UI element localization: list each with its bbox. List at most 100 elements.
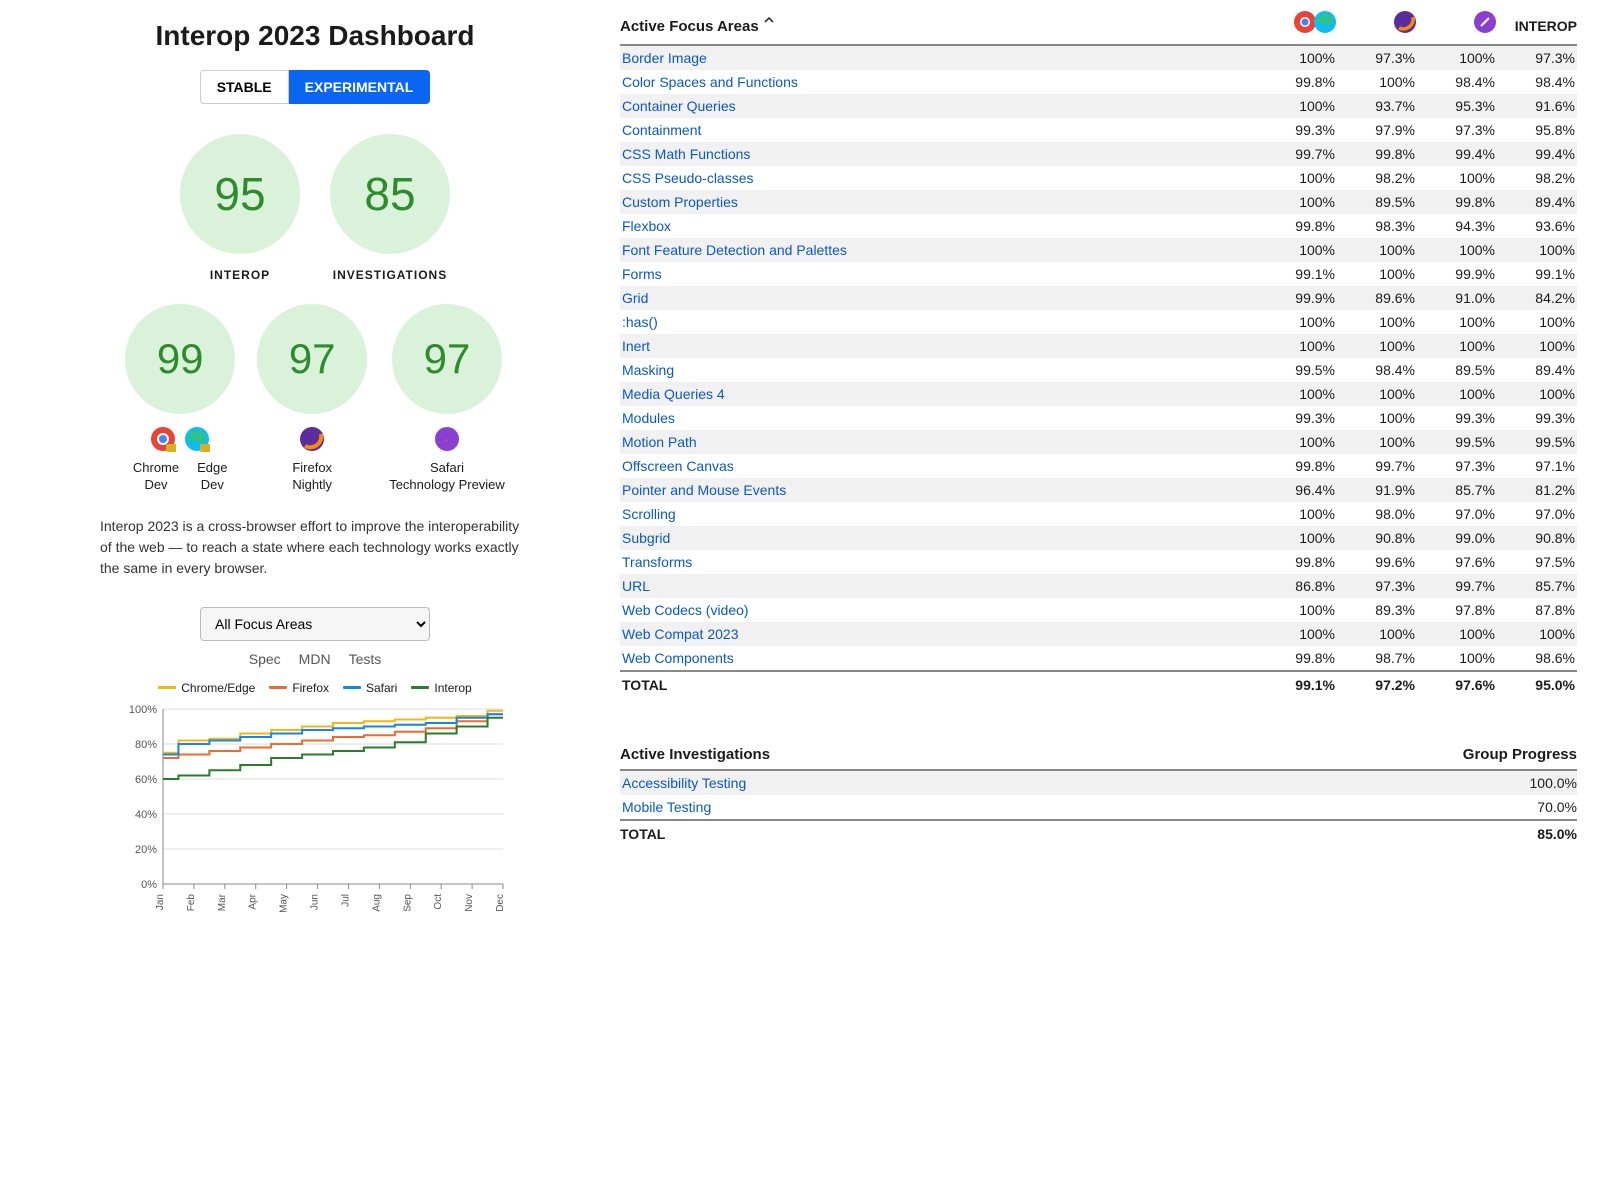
cell-value: 97.3% (1337, 578, 1417, 594)
cell-value: 98.0% (1337, 506, 1417, 522)
cell-value: 99.7% (1337, 458, 1417, 474)
cell-value: 100% (1497, 626, 1577, 642)
svg-text:Feb: Feb (186, 893, 197, 911)
focus-area-link[interactable]: :has() (620, 314, 1257, 330)
cell-value: 93.7% (1337, 98, 1417, 114)
group-progress-header: Group Progress (1463, 746, 1577, 763)
focus-area-link[interactable]: Flexbox (620, 218, 1257, 234)
table-row: Forms99.1%100%99.9%99.1% (620, 262, 1577, 286)
cell-value: 99.0% (1417, 530, 1497, 546)
spec-link[interactable]: Spec (249, 651, 281, 667)
tests-link[interactable]: Tests (349, 651, 382, 667)
svg-text:May: May (279, 894, 290, 913)
safari-column-icon (1473, 10, 1497, 34)
investigations-score: 85 (364, 167, 415, 221)
table-row: Scrolling100%98.0%97.0%97.0% (620, 502, 1577, 526)
focus-area-link[interactable]: Motion Path (620, 434, 1257, 450)
focus-area-link[interactable]: Web Codecs (video) (620, 602, 1257, 618)
table-row: Offscreen Canvas99.8%99.7%97.3%97.1% (620, 454, 1577, 478)
cell-value: 89.4% (1497, 194, 1577, 210)
cell-value: 97.3% (1417, 458, 1497, 474)
cell-value: 99.8% (1257, 74, 1337, 90)
cell-value: 99.9% (1257, 290, 1337, 306)
focus-area-link[interactable]: Font Feature Detection and Palettes (620, 242, 1257, 258)
edge-dev-icon (184, 426, 210, 452)
legend-firefox: Firefox (292, 681, 329, 695)
tab-stable[interactable]: STABLE (200, 70, 289, 104)
focus-area-link[interactable]: Offscreen Canvas (620, 458, 1257, 474)
focus-area-select[interactable]: All Focus Areas (200, 607, 430, 641)
table-row: Grid99.9%89.6%91.0%84.2% (620, 286, 1577, 310)
table-row: CSS Pseudo-classes100%98.2%100%98.2% (620, 166, 1577, 190)
cell-value: 98.6% (1497, 650, 1577, 666)
cell-value: 99.3% (1257, 410, 1337, 426)
svg-text:Nov: Nov (464, 894, 475, 912)
cell-value: 87.8% (1497, 602, 1577, 618)
svg-text:0%: 0% (141, 879, 157, 891)
investigation-link[interactable]: Mobile Testing (620, 799, 1537, 815)
tab-experimental[interactable]: EXPERIMENTAL (289, 70, 431, 104)
chrome-score: 99 (157, 335, 204, 383)
svg-text:Jul: Jul (340, 894, 351, 907)
cell-value: 100% (1257, 338, 1337, 354)
cell-value: 100% (1257, 386, 1337, 402)
cell-value: 89.3% (1337, 602, 1417, 618)
table-row: Masking99.5%98.4%89.5%89.4% (620, 358, 1577, 382)
focus-area-link[interactable]: Custom Properties (620, 194, 1257, 210)
focus-area-link[interactable]: Border Image (620, 50, 1257, 66)
cell-value: 99.8% (1337, 146, 1417, 162)
focus-area-link[interactable]: Pointer and Mouse Events (620, 482, 1257, 498)
cell-value: 98.7% (1337, 650, 1417, 666)
focus-area-link[interactable]: URL (620, 578, 1257, 594)
chevron-up-icon[interactable] (763, 14, 775, 26)
focus-area-link[interactable]: Forms (620, 266, 1257, 282)
focus-area-link[interactable]: Web Compat 2023 (620, 626, 1257, 642)
cell-value: 99.3% (1257, 122, 1337, 138)
focus-area-link[interactable]: Container Queries (620, 98, 1257, 114)
interop-column-header: INTEROP (1497, 14, 1577, 38)
investigations-header: Active Investigations (620, 746, 1463, 763)
cell-value: 90.8% (1497, 530, 1577, 546)
cell-value: 99.8% (1257, 554, 1337, 570)
total-chrome: 99.1% (1257, 677, 1337, 693)
focus-area-link[interactable]: Masking (620, 362, 1257, 378)
description: Interop 2023 is a cross-browser effort t… (100, 516, 530, 579)
cell-value: 100% (1257, 242, 1337, 258)
cell-value: 99.4% (1417, 146, 1497, 162)
svg-text:Jan: Jan (155, 894, 166, 910)
cell-value: 100% (1257, 530, 1337, 546)
focus-area-link[interactable]: CSS Pseudo-classes (620, 170, 1257, 186)
focus-area-link[interactable]: Scrolling (620, 506, 1257, 522)
cell-value: 100% (1337, 626, 1417, 642)
total-safari: 97.6% (1417, 677, 1497, 693)
focus-area-link[interactable]: Subgrid (620, 530, 1257, 546)
investigations-label: INVESTIGATIONS (333, 268, 447, 282)
focus-area-link[interactable]: Modules (620, 410, 1257, 426)
focus-area-link[interactable]: Inert (620, 338, 1257, 354)
focus-area-link[interactable]: Web Components (620, 650, 1257, 666)
cell-value: 97.3% (1417, 122, 1497, 138)
cell-value: 97.0% (1497, 506, 1577, 522)
svg-text:40%: 40% (135, 809, 157, 821)
focus-area-link[interactable]: Grid (620, 290, 1257, 306)
cell-value: 97.1% (1497, 458, 1577, 474)
table-row: Motion Path100%100%99.5%99.5% (620, 430, 1577, 454)
cell-value: 100% (1497, 242, 1577, 258)
mdn-link[interactable]: MDN (299, 651, 331, 667)
cell-value: 85.7% (1417, 482, 1497, 498)
focus-area-link[interactable]: Media Queries 4 (620, 386, 1257, 402)
cell-value: 100% (1417, 626, 1497, 642)
total-firefox: 97.2% (1337, 677, 1417, 693)
focus-area-link[interactable]: Transforms (620, 554, 1257, 570)
cell-value: 100% (1257, 314, 1337, 330)
cell-value: 100% (1417, 386, 1497, 402)
cell-value: 90.8% (1337, 530, 1417, 546)
cell-value: 84.2% (1497, 290, 1577, 306)
focus-area-link[interactable]: Containment (620, 122, 1257, 138)
focus-area-link[interactable]: Color Spaces and Functions (620, 74, 1257, 90)
cell-value: 97.3% (1337, 50, 1417, 66)
table-row: Subgrid100%90.8%99.0%90.8% (620, 526, 1577, 550)
focus-area-link[interactable]: CSS Math Functions (620, 146, 1257, 162)
table-row: Container Queries100%93.7%95.3%91.6% (620, 94, 1577, 118)
investigation-link[interactable]: Accessibility Testing (620, 775, 1530, 791)
